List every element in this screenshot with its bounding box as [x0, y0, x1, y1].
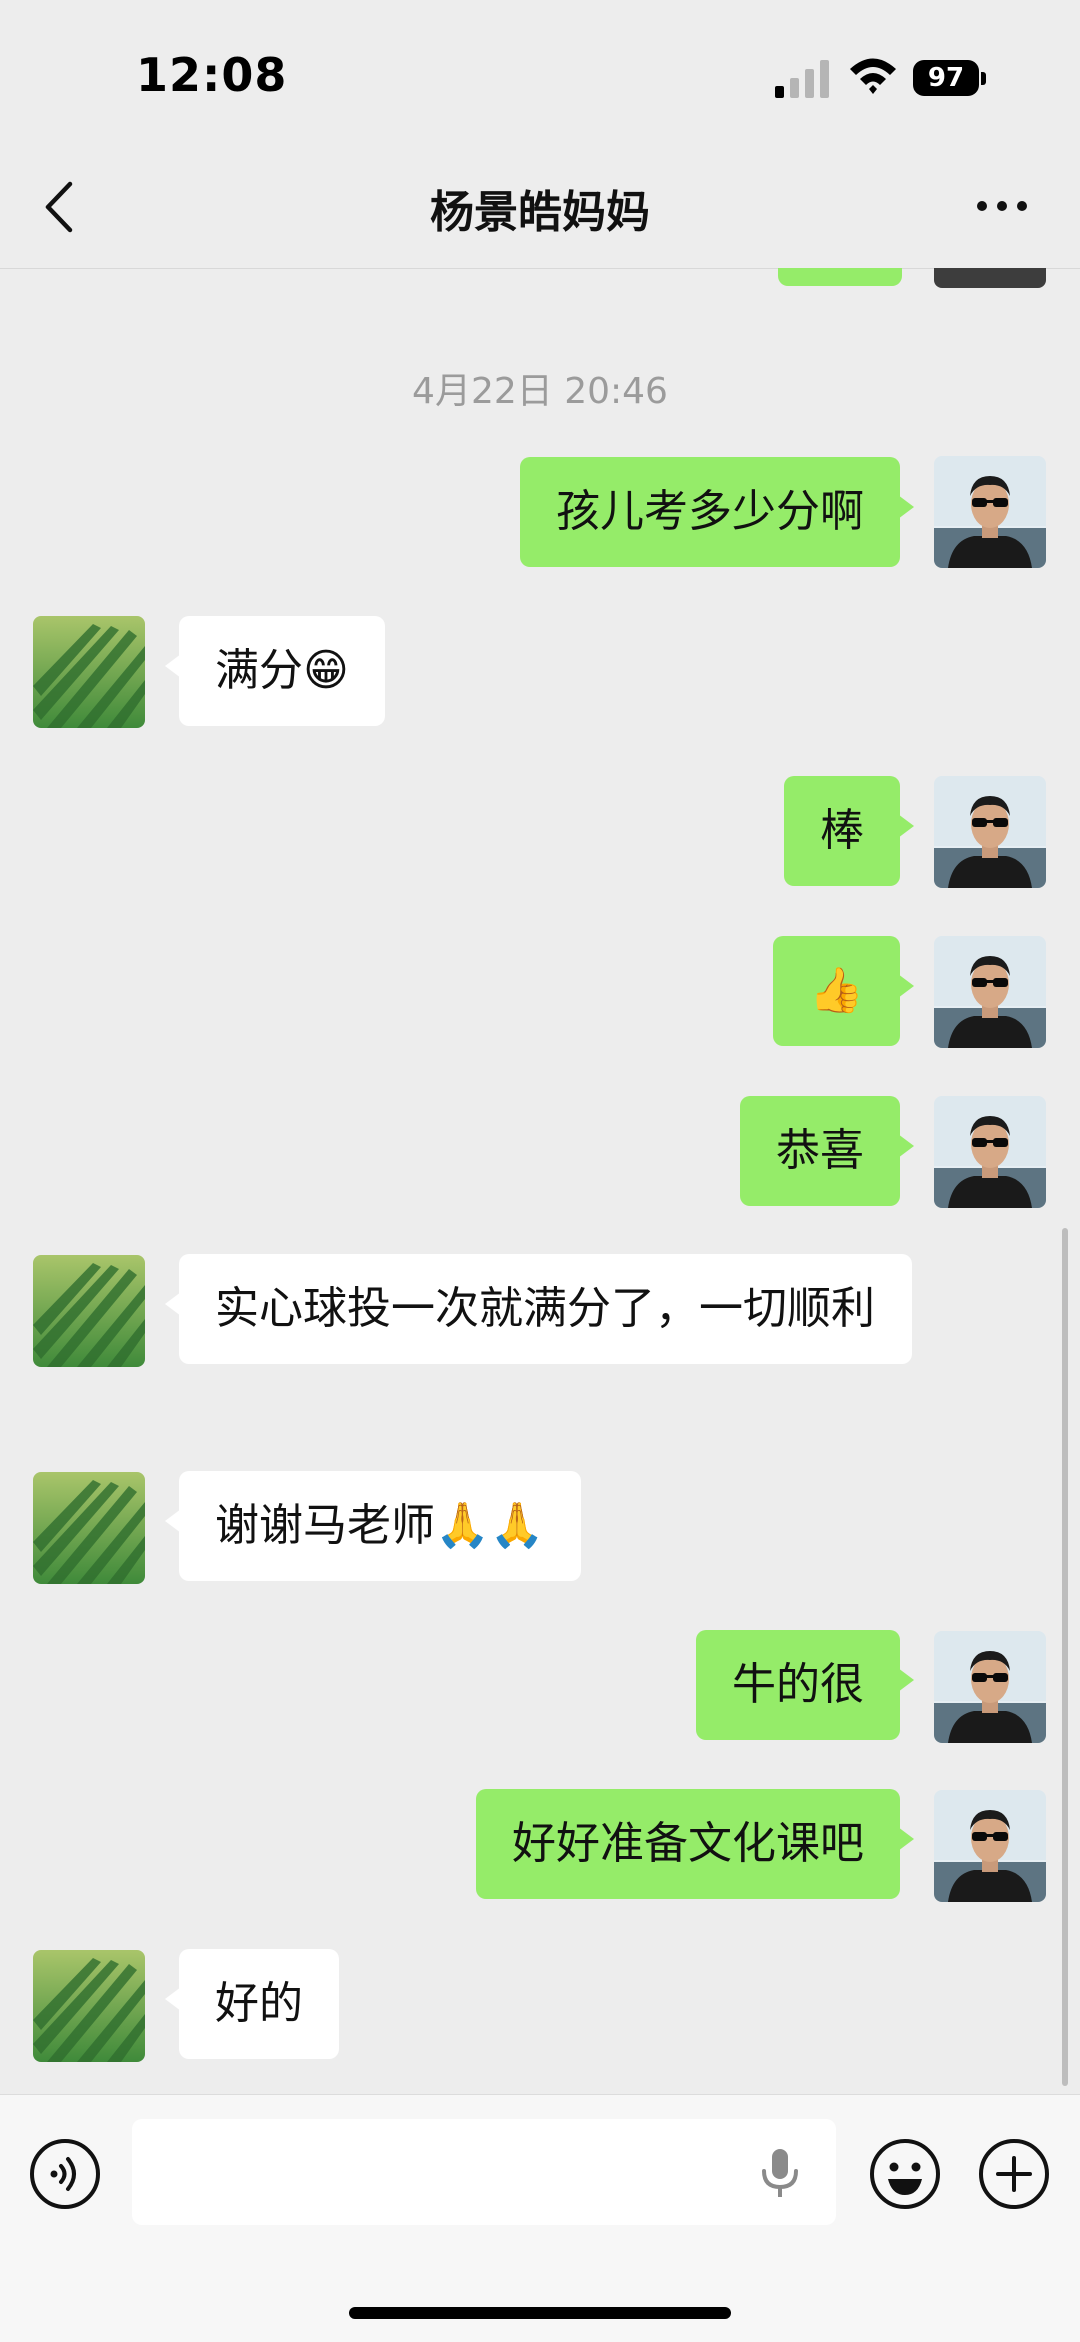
- chat-scrollbar[interactable]: [1062, 1228, 1068, 2086]
- my-avatar[interactable]: [934, 1096, 1046, 1208]
- partial-previous-bubble: [778, 268, 902, 286]
- contact-avatar[interactable]: [33, 1255, 145, 1367]
- message-timestamp: 4月22日 20:46: [412, 371, 668, 412]
- partial-previous-avatar: [934, 268, 1046, 288]
- plus-icon[interactable]: [977, 2137, 1051, 2211]
- wifi-icon: [850, 58, 896, 94]
- message-bubble-incoming[interactable]: 满分😁: [165, 616, 385, 726]
- message-bubble-outgoing[interactable]: 👍: [773, 936, 914, 1046]
- my-avatar[interactable]: [934, 1631, 1046, 1743]
- message-bubble-incoming[interactable]: 好的: [165, 1949, 339, 2059]
- input-toolbar: [0, 2094, 1080, 2342]
- more-dots-icon[interactable]: [974, 198, 1030, 214]
- message-bubble-outgoing[interactable]: 好好准备文化课吧: [476, 1789, 914, 1899]
- status-bar: 12:08 97: [0, 0, 1080, 140]
- contact-avatar[interactable]: [33, 1950, 145, 2062]
- battery-level: 97: [913, 60, 979, 96]
- chat-title: 杨景皓妈妈: [430, 187, 650, 238]
- my-avatar[interactable]: [934, 936, 1046, 1048]
- message-bubble-outgoing[interactable]: 孩儿考多少分啊: [520, 457, 914, 567]
- message-bubble-outgoing[interactable]: 牛的很: [696, 1630, 914, 1740]
- my-avatar[interactable]: [934, 456, 1046, 568]
- microphone-icon[interactable]: [758, 2147, 802, 2199]
- message-bubble-outgoing[interactable]: 棒: [784, 776, 914, 886]
- battery-tip: [981, 72, 986, 85]
- message-bubble-incoming[interactable]: 谢谢马老师🙏🙏: [165, 1471, 581, 1581]
- home-indicator[interactable]: [349, 2307, 731, 2319]
- emoji-icon[interactable]: [868, 2137, 942, 2211]
- battery-indicator: 97: [913, 60, 986, 98]
- message-list[interactable]: 4月22日 20:46 孩儿考多少分啊 满分😁 棒 👍 恭喜 实心球投一次就满分…: [0, 268, 1080, 2094]
- message-bubble-outgoing[interactable]: 恭喜: [740, 1096, 914, 1206]
- my-avatar[interactable]: [934, 1790, 1046, 1902]
- message-input[interactable]: [132, 2119, 836, 2225]
- contact-avatar[interactable]: [33, 1472, 145, 1584]
- chat-header: 杨景皓妈妈: [0, 140, 1080, 269]
- message-bubble-incoming[interactable]: 实心球投一次就满分了，一切顺利: [165, 1254, 912, 1364]
- cellular-signal-icon: [775, 60, 829, 98]
- contact-avatar[interactable]: [33, 616, 145, 728]
- voice-icon[interactable]: [28, 2137, 102, 2211]
- my-avatar[interactable]: [934, 776, 1046, 888]
- status-time: 12:08: [136, 48, 288, 102]
